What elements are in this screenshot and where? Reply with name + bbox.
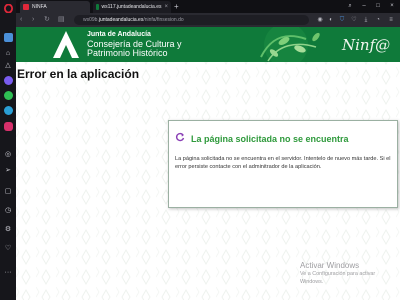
page-title: Error en la aplicación: [17, 67, 140, 81]
download-icon[interactable]: ⤓: [362, 16, 370, 24]
instagram-icon[interactable]: [3, 121, 13, 131]
browser-sidebar: ⌂ △ ◎ ➢ ▢ ◷ ⚙ ♡ ···: [0, 0, 16, 300]
department-line-2: Patrimonio Histórico: [87, 48, 168, 58]
menu-icon[interactable]: ≡: [387, 16, 395, 24]
player-icon[interactable]: ◎: [3, 150, 13, 160]
watermark-line-2: Ve a Configuración para activar: [300, 271, 376, 277]
app-logo: Ninf@: [342, 36, 391, 54]
heart-icon[interactable]: ♡: [3, 244, 13, 254]
pinboard-icon[interactable]: ▢: [3, 187, 13, 197]
send-icon[interactable]: ➢: [3, 166, 13, 176]
heart-icon[interactable]: ♡: [350, 16, 358, 24]
search-tabs-icon[interactable]: ⌕: [344, 0, 356, 13]
home-icon[interactable]: ⌂: [3, 49, 13, 59]
more-icon[interactable]: ···: [3, 268, 13, 278]
messenger-icon[interactable]: [3, 75, 13, 85]
tab-strip: NINFA ws117.juntadeandalucia.es × + ⌕ – …: [16, 0, 400, 13]
maximize-icon[interactable]: □: [372, 0, 384, 13]
tab-label: ws117.juntadeandalucia.es: [101, 4, 162, 10]
windows-activation-watermark: Activar Windows Ve a Configuración para …: [300, 261, 375, 286]
tab-favicon-icon: [23, 4, 29, 10]
org-name: Junta de Andalucía: [87, 31, 151, 38]
url-path: /ninfa/finsesion.do: [143, 17, 184, 23]
security-badge-icon[interactable]: ▤: [58, 15, 65, 25]
telegram-icon[interactable]: [3, 105, 13, 115]
site-header: Junta de Andalucía Consejería de Cultura…: [16, 27, 400, 62]
close-window-icon[interactable]: ×: [386, 0, 398, 13]
shield-icon[interactable]: ⛉: [338, 16, 346, 24]
url-prefix: ws09b.: [83, 17, 99, 23]
tab-favicon-icon: [96, 4, 99, 10]
aria-icon[interactable]: △: [3, 61, 13, 71]
lens-icon[interactable]: ◐: [327, 16, 335, 24]
tab-label: NINFA: [32, 4, 47, 10]
reload-icon[interactable]: ↻: [44, 15, 50, 25]
tab-ws117[interactable]: ws117.juntadeandalucia.es ×: [93, 1, 171, 13]
tab-ninfa[interactable]: NINFA: [20, 1, 90, 13]
settings-icon[interactable]: ⚙: [3, 225, 13, 235]
back-icon[interactable]: ‹: [20, 15, 22, 25]
watermark-title: Activar Windows: [300, 261, 360, 270]
whatsapp-icon[interactable]: [3, 90, 13, 100]
refresh-icon: [175, 132, 185, 142]
error-panel-message: La página solicitada no se encuentra en …: [175, 156, 391, 170]
forward-icon[interactable]: ›: [32, 15, 34, 25]
error-panel-title: La página solicitada no se encuentra: [191, 134, 349, 144]
close-tab-icon[interactable]: ×: [164, 4, 168, 10]
profile-icon[interactable]: ◔: [374, 16, 382, 24]
history-icon[interactable]: ◷: [3, 206, 13, 216]
error-panel: La página solicitada no se encuentra La …: [168, 120, 398, 208]
address-bar[interactable]: ws09b.juntadeandalucia.es/ninfa/finsesio…: [74, 15, 309, 25]
camera-icon[interactable]: ◉: [316, 16, 324, 24]
watermark-line-3: Windows.: [300, 279, 324, 285]
address-toolbar: ‹ › ↻ ▤ ws09b.juntadeandalucia.es/ninfa/…: [16, 13, 400, 27]
url-host: juntadeandalucia.es: [98, 17, 144, 23]
page-viewport: Junta de Andalucía Consejería de Cultura…: [16, 27, 400, 300]
speed-dial-icon[interactable]: [3, 32, 13, 42]
new-tab-button[interactable]: +: [174, 1, 179, 13]
opera-icon[interactable]: [3, 3, 13, 13]
junta-logo-icon[interactable]: [52, 30, 80, 59]
minimize-icon[interactable]: –: [358, 0, 370, 13]
